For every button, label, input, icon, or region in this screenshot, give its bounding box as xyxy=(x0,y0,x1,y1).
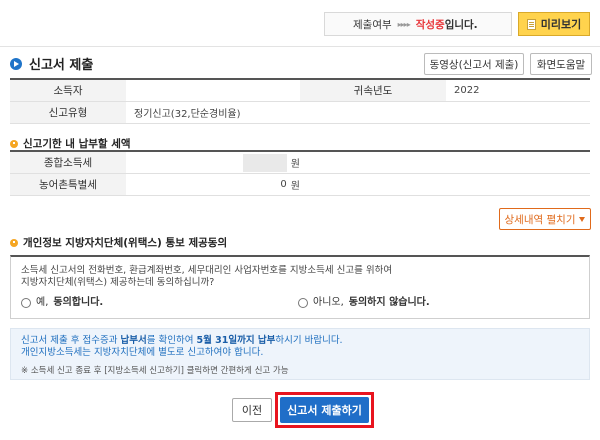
notice-box: 신고서 제출 후 접수증과 납부서를 확인하여 5월 31일까지 납부하시기 바… xyxy=(10,328,590,380)
bullet-icon xyxy=(10,139,18,148)
section-header: 신고서 제출 xyxy=(10,54,93,73)
notice-line1: 신고서 제출 후 접수증과 납부서를 확인하여 5월 31일까지 납부하시기 바… xyxy=(21,335,579,347)
consent-text-line2: 지방자치단체(위택스) 제공하는데 동의하십니까? xyxy=(21,277,215,288)
radio-no[interactable] xyxy=(298,298,308,308)
income-tax-value: 원 xyxy=(126,152,300,173)
year-value: 2022 xyxy=(454,85,480,96)
notice-text: 하시기 바랍니다. xyxy=(275,335,343,346)
table-row: 소득자 귀속년도 2022 xyxy=(10,80,590,102)
status-label: 제출여부 xyxy=(353,18,392,31)
status-arrows-icon: ▸▸▸▸ xyxy=(397,19,411,29)
consent-yes-label: 동의합니다. xyxy=(53,297,104,308)
consent-box: 소득세 신고서의 전화번호, 환급계좌번호, 세무대리인 사업자번호를 지방소득… xyxy=(10,255,590,319)
page-title: 신고서 제출 xyxy=(29,58,94,73)
document-icon xyxy=(526,18,536,30)
screen-help-button[interactable]: 화면도움말 xyxy=(530,53,592,75)
year-label: 귀속년도 xyxy=(300,80,446,101)
consent-yes-prefix: 예, xyxy=(36,297,49,308)
expand-details-label: 상세내역 펼치기 xyxy=(504,213,576,226)
status-suffix: 입니다. xyxy=(444,18,478,31)
table-row: 종합소득세 원 xyxy=(10,152,590,174)
notice-deadline: 5월 31일까지 납부 xyxy=(196,335,276,346)
chevron-down-icon xyxy=(579,216,586,222)
submission-status-box: 제출여부 ▸▸▸▸ 작성중 입니다. xyxy=(324,12,512,36)
payment-section-header: 신고기한 내 납부할 세액 xyxy=(10,136,131,151)
notice-bold: 납부서 xyxy=(120,335,147,346)
payment-title: 신고기한 내 납부할 세액 xyxy=(23,138,131,150)
radio-yes[interactable] xyxy=(21,298,31,308)
taxpayer-value xyxy=(126,80,300,101)
notice-line3: ※ 소득세 신고 종료 후 [지방소득세 신고하기] 클릭하면 간편하게 신고 … xyxy=(21,366,289,376)
rural-tax-amount: 0 xyxy=(280,179,287,190)
bullet-icon xyxy=(10,238,18,247)
status-state: 작성중 xyxy=(415,18,445,31)
circle-arrow-icon xyxy=(10,57,22,70)
rural-tax-label: 농어촌특별세 xyxy=(10,174,126,195)
preview-button[interactable]: 미리보기 xyxy=(518,12,590,36)
rural-tax-unit: 원 xyxy=(290,181,300,192)
expand-details-button[interactable]: 상세내역 펼치기 xyxy=(499,208,591,230)
tax-amount-table: 종합소득세 원 농어촌특별세 0 원 xyxy=(10,150,590,196)
report-type-value: 정기신고(32,단순경비율) xyxy=(134,109,241,120)
consent-section-header: 개인정보 지방자치단체(위택스) 통보 제공동의 xyxy=(10,235,227,250)
rural-tax-value: 0 원 xyxy=(126,174,300,195)
prev-button[interactable]: 이전 xyxy=(232,398,272,422)
consent-title: 개인정보 지방자치단체(위택스) 통보 제공동의 xyxy=(23,237,228,249)
consent-no-option[interactable]: 아니오, 동의하지 않습니다. xyxy=(298,297,430,309)
notice-text: 신고서 제출 후 접수증과 xyxy=(21,335,121,346)
consent-no-prefix: 아니오, xyxy=(313,297,344,308)
submit-report-button[interactable]: 신고서 제출하기 xyxy=(280,397,369,423)
income-tax-unit: 원 xyxy=(290,159,300,170)
masked-amount xyxy=(242,153,287,172)
table-row: 신고유형 정기신고(32,단순경비율) xyxy=(10,102,590,124)
consent-text-line1: 소득세 신고서의 전화번호, 환급계좌번호, 세무대리인 사업자번호를 지방소득… xyxy=(21,265,393,276)
taxpayer-label: 소득자 xyxy=(10,80,126,101)
top-divider xyxy=(0,46,600,47)
report-type-label: 신고유형 xyxy=(10,102,126,123)
taxpayer-info-table: 소득자 귀속년도 2022 신고유형 정기신고(32,단순경비율) xyxy=(10,78,590,124)
video-guide-button[interactable]: 동영상(신고서 제출) xyxy=(424,53,524,75)
notice-line2: 개인지방소득세는 지방자치단체에 별도로 신고하여야 합니다. xyxy=(21,347,264,358)
consent-no-label: 동의하지 않습니다. xyxy=(348,297,430,308)
notice-text: 를 확인하여 xyxy=(146,335,197,346)
income-tax-label: 종합소득세 xyxy=(10,152,126,173)
consent-yes-option[interactable]: 예, 동의합니다. xyxy=(21,297,103,309)
table-row: 농어촌특별세 0 원 xyxy=(10,174,590,196)
preview-button-label: 미리보기 xyxy=(540,18,582,31)
